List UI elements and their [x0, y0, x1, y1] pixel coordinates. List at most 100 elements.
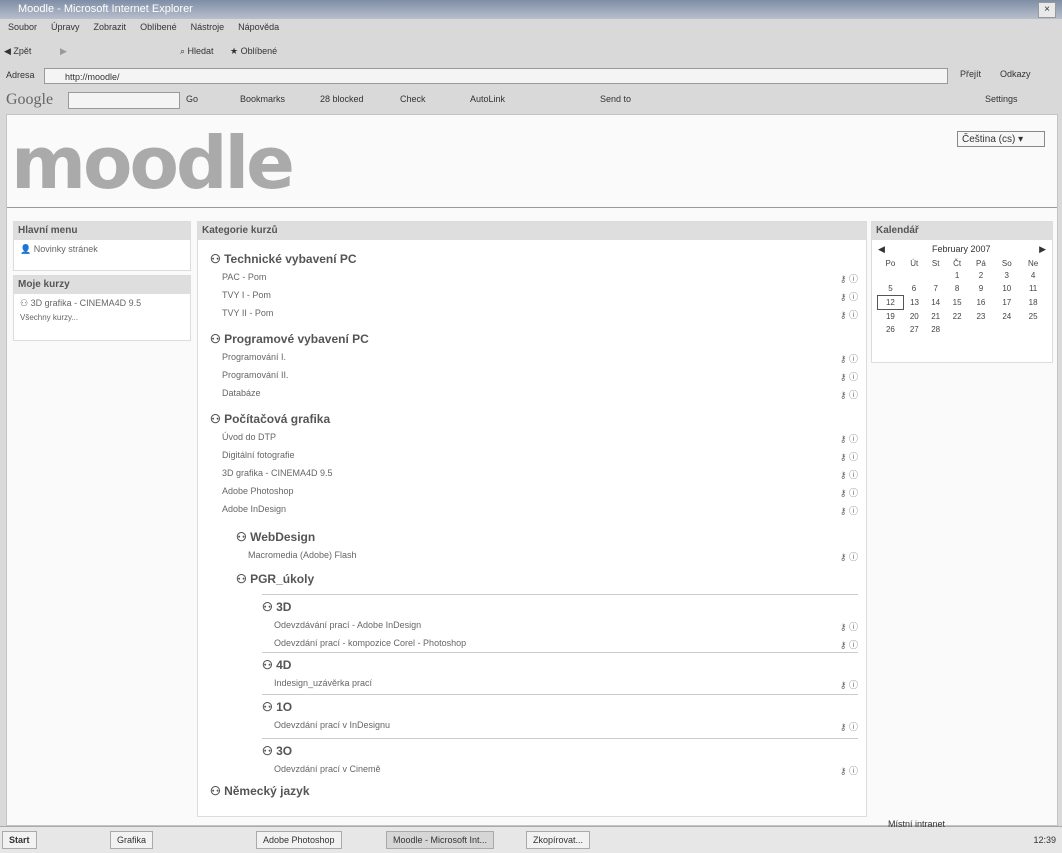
prev-month-icon[interactable]: ◀: [878, 244, 885, 255]
all-courses-link[interactable]: Všechny kurzy...: [20, 313, 184, 322]
course-link[interactable]: Odevzdávání prací - Adobe InDesign: [274, 620, 421, 630]
course-key-icon[interactable]: ⚷ ⓘ: [840, 468, 858, 481]
next-month-icon[interactable]: ▶: [1039, 244, 1046, 255]
site-news-link[interactable]: 👤 Novinky stránek: [20, 244, 184, 255]
category-heading[interactable]: ⚇ Programové vybavení PC: [210, 332, 369, 346]
back-button[interactable]: ◀ Zpět: [4, 43, 31, 59]
calendar-day[interactable]: 28: [925, 323, 946, 336]
calendar-day[interactable]: 3: [994, 269, 1020, 282]
course-link[interactable]: Odevzdání prací v Cinemě: [274, 764, 381, 774]
course-key-icon[interactable]: ⚷ ⓘ: [840, 308, 858, 321]
calendar-day[interactable]: 15: [946, 296, 968, 310]
links-button[interactable]: Odkazy: [1000, 69, 1031, 79]
calendar-day[interactable]: 6: [903, 282, 925, 296]
calendar-day[interactable]: 17: [994, 296, 1020, 310]
bookmarks-button[interactable]: Bookmarks: [240, 94, 285, 104]
calendar-day[interactable]: 4: [1020, 269, 1047, 282]
taskbar-item[interactable]: Zkopírovat...: [526, 831, 591, 849]
moodle-logo[interactable]: moodle: [11, 121, 295, 205]
calendar-day[interactable]: 10: [994, 282, 1020, 296]
menu-item[interactable]: Zobrazit: [94, 22, 127, 32]
calendar-day[interactable]: 5: [878, 282, 904, 296]
calendar-day[interactable]: 21: [925, 310, 946, 324]
course-key-icon[interactable]: ⚷ ⓘ: [840, 272, 858, 285]
category-heading[interactable]: ⚇ Německý jazyk: [210, 784, 310, 798]
course-key-icon[interactable]: ⚷ ⓘ: [840, 504, 858, 517]
calendar-day[interactable]: 22: [946, 310, 968, 324]
course-key-icon[interactable]: ⚷ ⓘ: [840, 290, 858, 303]
my-course-link[interactable]: ⚇ 3D grafika - CINEMA4D 9.5: [20, 298, 184, 309]
forward-icon[interactable]: ▶: [60, 43, 67, 59]
course-link[interactable]: Indesign_uzávěrka prací: [274, 678, 372, 688]
course-key-icon[interactable]: ⚷ ⓘ: [840, 550, 858, 563]
calendar-day[interactable]: 20: [903, 310, 925, 324]
calendar-day[interactable]: 8: [946, 282, 968, 296]
course-key-icon[interactable]: ⚷ ⓘ: [840, 352, 858, 365]
course-link[interactable]: Adobe InDesign: [222, 504, 286, 514]
course-key-icon[interactable]: ⚷ ⓘ: [840, 486, 858, 499]
calendar-day[interactable]: 19: [878, 310, 904, 324]
course-key-icon[interactable]: ⚷ ⓘ: [840, 432, 858, 445]
category-heading[interactable]: ⚇ WebDesign: [236, 530, 315, 544]
menu-item[interactable]: Nápověda: [238, 22, 279, 32]
calendar-day[interactable]: 16: [968, 296, 994, 310]
go-button[interactable]: Přejít: [960, 69, 981, 79]
course-key-icon[interactable]: ⚷ ⓘ: [840, 388, 858, 401]
favorites-button[interactable]: ★ Oblíbené: [230, 43, 277, 59]
course-link[interactable]: 3D grafika - CINEMA4D 9.5: [222, 468, 333, 478]
autolink-button[interactable]: AutoLink: [470, 94, 505, 104]
start-button[interactable]: Start: [2, 831, 37, 849]
category-heading[interactable]: ⚇ 4D: [262, 658, 291, 672]
course-link[interactable]: TVY I - Pom: [222, 290, 271, 300]
calendar-day[interactable]: 23: [968, 310, 994, 324]
calendar-day[interactable]: 27: [903, 323, 925, 336]
google-search-input[interactable]: [68, 92, 180, 109]
course-key-icon[interactable]: ⚷ ⓘ: [840, 720, 858, 733]
calendar-day[interactable]: 26: [878, 323, 904, 336]
calendar-day[interactable]: 13: [903, 296, 925, 310]
course-link[interactable]: Programování I.: [222, 352, 286, 362]
course-key-icon[interactable]: ⚷ ⓘ: [840, 370, 858, 383]
menu-item[interactable]: Úpravy: [51, 22, 80, 32]
settings-button[interactable]: Settings: [985, 94, 1018, 104]
category-heading[interactable]: ⚇ Technické vybavení PC: [210, 252, 357, 266]
course-link[interactable]: Adobe Photoshop: [222, 486, 294, 496]
google-go-button[interactable]: Go: [186, 94, 198, 104]
course-link[interactable]: PAC - Pom: [222, 272, 266, 282]
course-link[interactable]: Odevzdání prací - kompozice Corel - Phot…: [274, 638, 466, 648]
menu-item[interactable]: Oblíbené: [140, 22, 177, 32]
course-link[interactable]: Databáze: [222, 388, 261, 398]
course-key-icon[interactable]: ⚷ ⓘ: [840, 764, 858, 777]
calendar-day[interactable]: 7: [925, 282, 946, 296]
category-heading[interactable]: ⚇ 1O: [262, 700, 292, 714]
course-key-icon[interactable]: ⚷ ⓘ: [840, 620, 858, 633]
category-heading[interactable]: ⚇ Počítačová grafika: [210, 412, 330, 426]
send-to-button[interactable]: Send to: [600, 94, 631, 104]
check-button[interactable]: Check: [400, 94, 426, 104]
menu-item[interactable]: Nástroje: [191, 22, 225, 32]
course-key-icon[interactable]: ⚷ ⓘ: [840, 638, 858, 651]
course-link[interactable]: Programování II.: [222, 370, 289, 380]
taskbar-item[interactable]: Adobe Photoshop: [256, 831, 342, 849]
category-heading[interactable]: ⚇ 3D: [262, 600, 291, 614]
course-key-icon[interactable]: ⚷ ⓘ: [840, 678, 858, 691]
calendar-day[interactable]: 1: [946, 269, 968, 282]
address-input[interactable]: http://moodle/: [44, 68, 948, 84]
calendar-day[interactable]: 25: [1020, 310, 1047, 324]
calendar-day[interactable]: 11: [1020, 282, 1047, 296]
calendar-day[interactable]: 2: [968, 269, 994, 282]
course-link[interactable]: Macromedia (Adobe) Flash: [248, 550, 357, 560]
close-button[interactable]: ×: [1038, 2, 1056, 18]
course-link[interactable]: TVY II - Pom: [222, 308, 273, 318]
calendar-day[interactable]: 24: [994, 310, 1020, 324]
calendar-day[interactable]: 14: [925, 296, 946, 310]
category-heading[interactable]: ⚇ PGR_úkoly: [236, 572, 314, 586]
language-select[interactable]: Čeština (cs) ▾: [957, 131, 1045, 147]
course-key-icon[interactable]: ⚷ ⓘ: [840, 450, 858, 463]
taskbar-item[interactable]: Grafika: [110, 831, 154, 849]
search-button[interactable]: ⌕ Hledat: [180, 43, 214, 59]
course-link[interactable]: Úvod do DTP: [222, 432, 276, 442]
popup-blocked-button[interactable]: 28 blocked: [320, 94, 364, 104]
course-link[interactable]: Digitální fotografie: [222, 450, 295, 460]
category-heading[interactable]: ⚇ 3O: [262, 744, 292, 758]
